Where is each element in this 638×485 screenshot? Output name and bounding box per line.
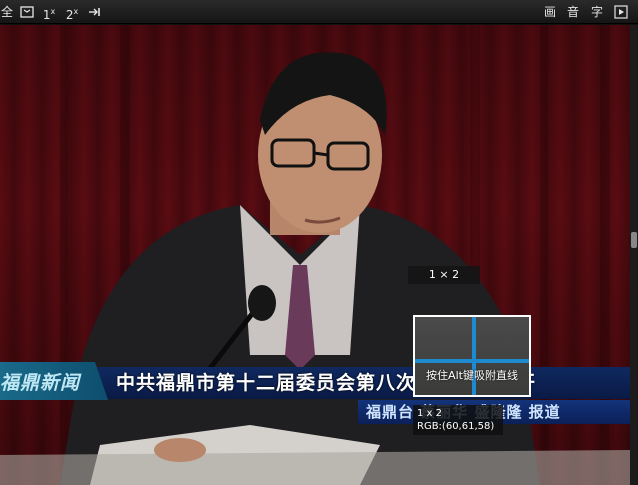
scale-2x-sup: x	[73, 7, 79, 16]
pixel-rgb-text: RGB:(60,61,58)	[417, 421, 495, 432]
fit-window-icon	[20, 6, 34, 18]
scroll-handle[interactable]	[631, 232, 637, 248]
fullscreen-button[interactable]: 全	[0, 3, 14, 21]
pin-button[interactable]	[86, 3, 104, 21]
magnifier-hint: 按住Alt键吸附直线	[426, 369, 518, 382]
screenshot-button[interactable]	[612, 3, 630, 21]
picture-settings-button[interactable]: 画	[542, 3, 558, 21]
scroll-edge[interactable]	[630, 25, 638, 485]
screenshot-icon	[614, 5, 628, 19]
news-logo: 福鼎新闻	[0, 372, 81, 394]
selection-size-label: 1 × 2	[408, 266, 480, 284]
subtitle-settings-label: 字	[590, 5, 603, 19]
scale-2x-button[interactable]: 2x	[62, 3, 82, 22]
picture-settings-label: 画	[543, 5, 556, 19]
scale-1x-button[interactable]: 1x	[40, 3, 58, 22]
pixel-info-box: 1 x 2 RGB:(60,61,58)	[413, 405, 503, 435]
scale-1x-sup: x	[50, 7, 56, 16]
fit-window-button[interactable]	[18, 3, 36, 21]
pixel-size-text: 1 x 2	[417, 408, 442, 419]
magnifier-preview: 按住Alt键吸附直线	[413, 315, 531, 397]
pin-icon	[89, 8, 100, 16]
audio-settings-label: 音	[566, 5, 579, 19]
subtitle-settings-button[interactable]: 字	[589, 3, 605, 21]
player-toolbar: 全 1x 2x 画 音 字	[0, 0, 638, 24]
audio-settings-button[interactable]: 音	[565, 3, 581, 21]
fullscreen-label: 全	[0, 5, 13, 19]
